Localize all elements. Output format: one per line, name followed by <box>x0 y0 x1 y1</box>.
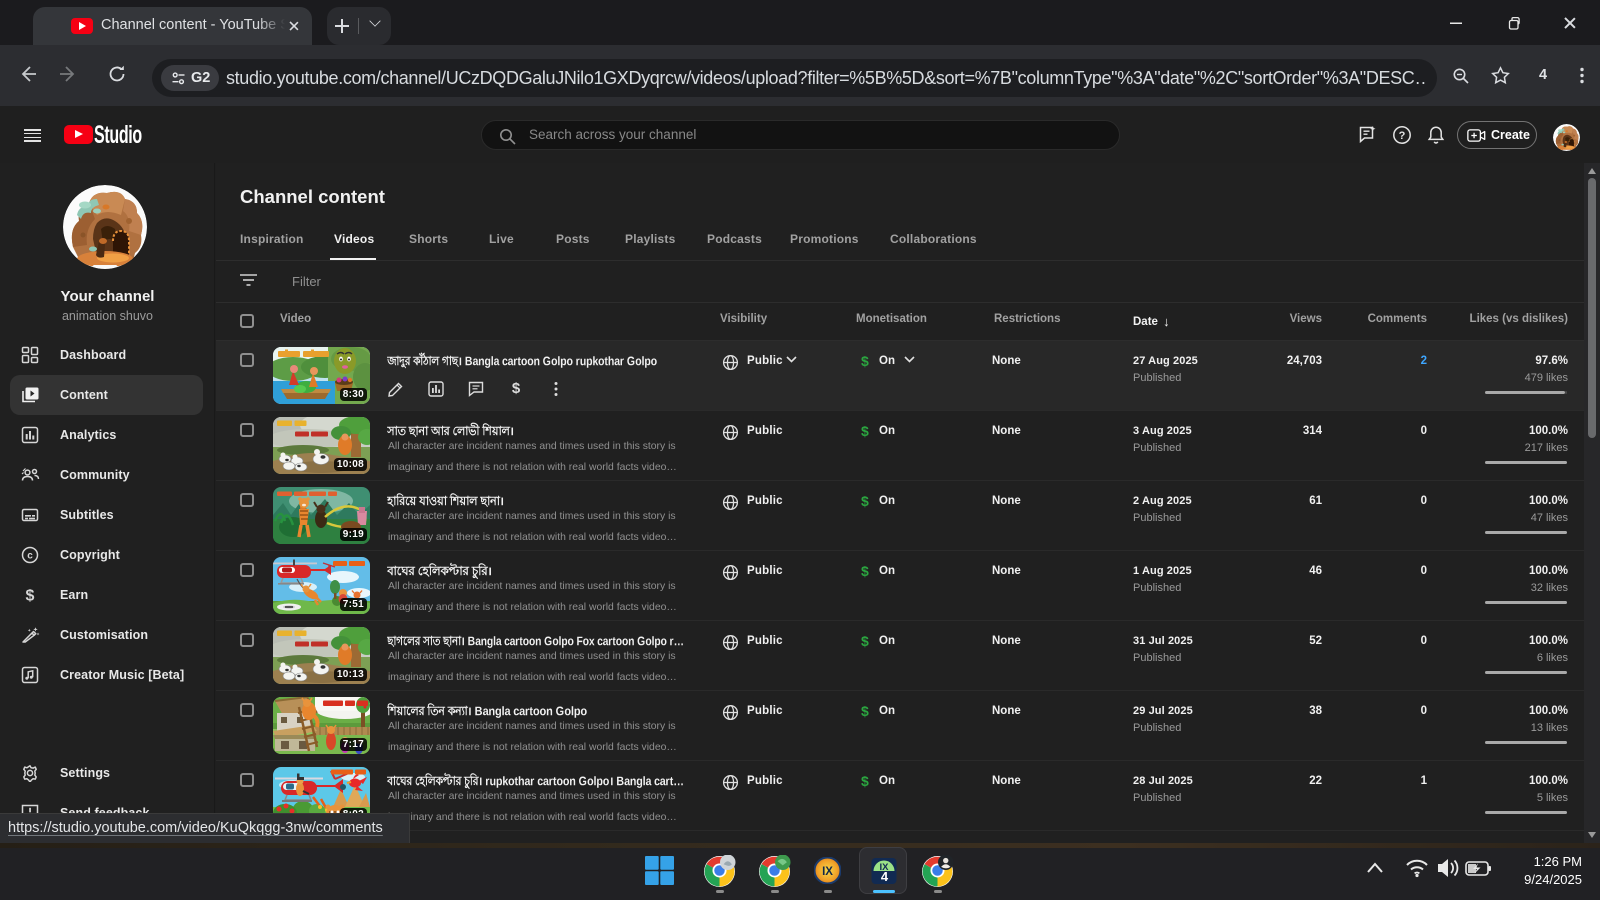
svg-text:?: ? <box>1399 130 1406 142</box>
svg-text:$: $ <box>26 588 35 605</box>
svg-text:IX: IX <box>822 866 833 878</box>
svg-text:c: c <box>27 551 33 562</box>
svg-text:4: 4 <box>881 869 889 884</box>
